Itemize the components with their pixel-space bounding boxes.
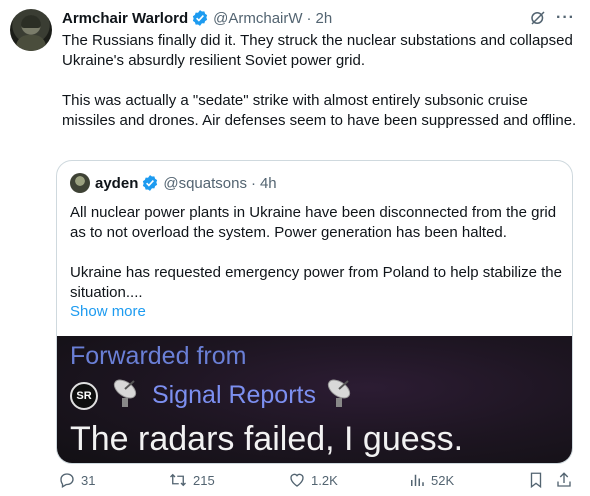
grok-icon[interactable] xyxy=(529,9,547,32)
like-count: 1.2K xyxy=(311,472,338,488)
avatar-helmet xyxy=(21,15,41,28)
avatar-body xyxy=(16,35,46,51)
verified-badge-icon xyxy=(141,174,159,192)
verified-badge-icon xyxy=(191,9,209,27)
author-avatar[interactable] xyxy=(10,9,52,51)
show-more-link[interactable]: Show more xyxy=(70,303,146,320)
like-button[interactable]: 1.2K xyxy=(288,470,338,490)
media-forwarded-label: Forwarded from xyxy=(70,342,247,370)
views-count: 52K xyxy=(431,472,455,488)
quote-time[interactable]: 4h xyxy=(260,175,277,192)
reply-icon xyxy=(60,473,74,488)
media-channel-name: Signal Reports xyxy=(152,381,316,409)
heart-icon xyxy=(290,473,304,487)
quoted-tweet[interactable]: ayden @squatsons · 4h All nuclear power … xyxy=(56,160,573,464)
retweet-icon xyxy=(170,473,186,487)
media-channel-row: SR Signal Reports xyxy=(70,376,358,415)
tweet-header: Armchair Warlord @ArmchairW · 2h xyxy=(62,8,332,28)
quote-author-name[interactable]: ayden xyxy=(95,175,138,192)
author-name[interactable]: Armchair Warlord xyxy=(62,10,188,27)
tweet-text: The Russians finally did it. They struck… xyxy=(62,31,582,151)
share-button[interactable] xyxy=(555,470,578,490)
tweet-paragraph: This was actually a "sedate" strike with… xyxy=(62,92,577,129)
retweet-count: 215 xyxy=(193,472,215,488)
tweet-paragraph: The Russians finally did it. They struck… xyxy=(62,32,573,69)
quote-author-handle[interactable]: @squatsons xyxy=(163,175,247,192)
quote-paragraph: Ukraine has requested emergency power fr… xyxy=(70,264,562,301)
action-bar: 31 215 1.2K 52K xyxy=(56,470,586,490)
retweet-button[interactable]: 215 xyxy=(168,470,215,490)
bookmark-icon xyxy=(530,472,542,489)
signal-reports-logo-icon: SR xyxy=(70,381,98,410)
bookmark-button[interactable] xyxy=(527,470,550,490)
quote-paragraph: All nuclear power plants in Ukraine have… xyxy=(70,204,557,241)
share-icon xyxy=(557,472,571,487)
separator-dot: · xyxy=(306,9,312,27)
reply-count: 31 xyxy=(81,472,96,488)
tweet-time[interactable]: 2h xyxy=(316,10,333,27)
author-handle[interactable]: @ArmchairW xyxy=(213,10,302,27)
separator-dot: · xyxy=(250,174,256,192)
satellite-dish-icon xyxy=(110,376,144,415)
more-options-icon[interactable]: ··· xyxy=(556,9,575,27)
reply-button[interactable]: 31 xyxy=(58,470,95,490)
satellite-dish-icon xyxy=(324,376,358,415)
views-chart-icon xyxy=(411,474,424,486)
views-button[interactable]: 52K xyxy=(408,470,454,490)
media-caption: The radars failed, I guess. xyxy=(70,420,464,458)
quote-media-image[interactable]: Forwarded from SR Signal Reports The rad… xyxy=(57,336,572,463)
quote-avatar[interactable] xyxy=(70,173,90,193)
quote-header: ayden @squatsons · 4h xyxy=(70,173,277,193)
